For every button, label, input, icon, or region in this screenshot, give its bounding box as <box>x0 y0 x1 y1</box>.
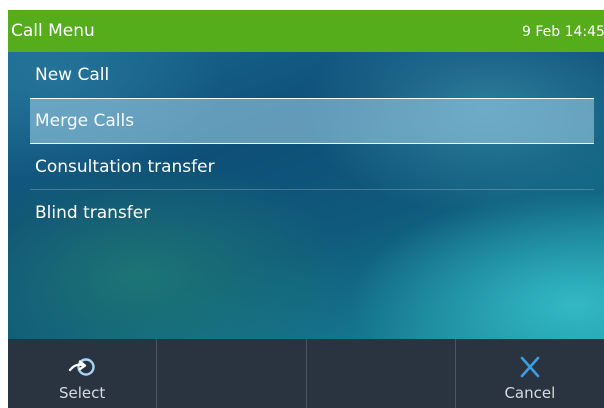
softkey-3-empty[interactable] <box>307 339 456 408</box>
call-menu-list: New Call Merge Calls Consultation transf… <box>30 52 594 236</box>
cancel-softkey[interactable]: Cancel <box>456 339 604 408</box>
title-bar: Call Menu 9 Feb 14:45 <box>8 10 604 52</box>
phone-screen: Call Menu 9 Feb 14:45 New Call Merge Cal… <box>8 10 604 408</box>
select-softkey[interactable]: Select <box>8 339 158 408</box>
select-softkey-label: Select <box>58 384 106 402</box>
menu-item-consultation-transfer[interactable]: Consultation transfer <box>30 144 594 190</box>
cancel-softkey-label: Cancel <box>504 384 556 402</box>
softkey-bar: Select Cancel <box>8 339 604 408</box>
softkey-2-empty[interactable] <box>157 339 307 408</box>
select-arrow-icon <box>68 358 95 376</box>
menu-item-blind-transfer[interactable]: Blind transfer <box>30 190 594 236</box>
menu-item-merge-calls[interactable]: Merge Calls <box>30 98 594 144</box>
date-time: 9 Feb 14:45 <box>522 24 604 40</box>
close-icon <box>520 356 540 378</box>
page-title: Call Menu <box>11 21 95 41</box>
menu-item-new-call[interactable]: New Call <box>30 52 594 98</box>
menu-area: New Call Merge Calls Consultation transf… <box>8 52 604 339</box>
